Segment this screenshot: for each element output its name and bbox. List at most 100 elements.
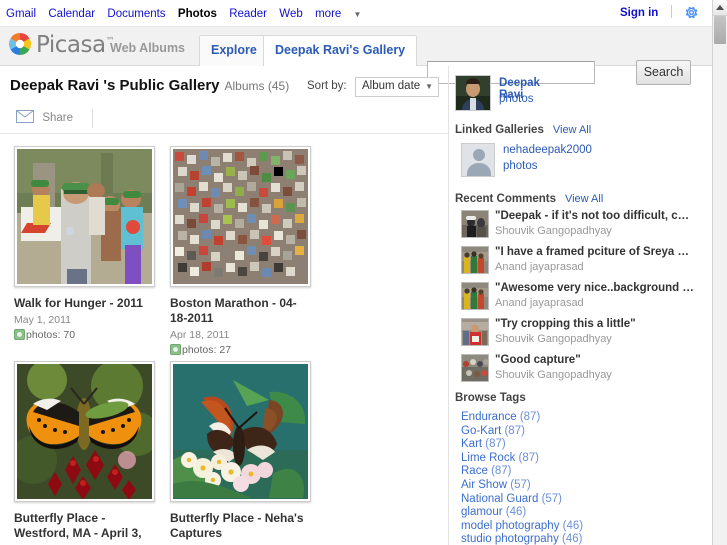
album-thumbnail[interactable] — [14, 146, 155, 287]
comment-thumbnail[interactable] — [461, 210, 489, 238]
tag-link[interactable]: Endurance (87) — [461, 411, 697, 425]
tag-count: (46) — [505, 506, 527, 519]
album-date: Apr 18, 2011 — [170, 329, 230, 341]
album-count: Albums (45) — [224, 79, 290, 93]
album-title[interactable]: Butterfly Place - Westford, MA - April 3… — [14, 511, 155, 541]
browse-tags-section: Browse Tags Endurance (87) Go-Kart (87) … — [455, 392, 697, 545]
album-thumbnail[interactable] — [170, 361, 311, 502]
album-thumbnail[interactable] — [170, 146, 311, 287]
recent-comments-heading: Recent Comments View All — [455, 193, 697, 205]
comment-thumbnail[interactable] — [461, 354, 489, 382]
comment-thumbnail[interactable] — [461, 282, 489, 310]
comment-text[interactable]: "I have a framed pciture of Sreya standi… — [495, 246, 695, 258]
tag-count: (87) — [504, 424, 525, 437]
gbar-more-menu[interactable]: more ▼ — [315, 8, 377, 20]
comment-text[interactable]: "Deepak - if it's not too difficult, cou… — [495, 210, 695, 222]
divider — [92, 109, 93, 128]
recent-comments-title: Recent Comments — [455, 193, 556, 205]
triangle-up-icon — [716, 5, 724, 10]
tag-count: (87) — [485, 438, 506, 451]
share-button[interactable]: Share — [16, 110, 73, 126]
tag-link[interactable]: Lime Rock (87) — [461, 452, 697, 466]
tag-name: glamour — [461, 506, 503, 519]
thumbnail-image-walk-for-hunger — [17, 149, 152, 284]
tag-name: model photography — [461, 519, 560, 532]
picasa-wordmark: Picasa™ — [36, 32, 115, 58]
comment-author: Shouvik Gangopadhyay — [495, 225, 612, 237]
comment-item[interactable]: "Awesome very nice..background Bokeh and… — [455, 282, 697, 313]
avatar[interactable] — [455, 75, 491, 111]
scrollbar-thumb[interactable] — [714, 16, 726, 44]
album-title[interactable]: Walk for Hunger - 2011 — [14, 296, 155, 311]
chevron-down-icon: ▼ — [425, 82, 434, 91]
comment-item[interactable]: "Good capture" Shouvik Gangopadhyay — [455, 354, 697, 385]
tag-link[interactable]: Go-Kart (87) — [461, 425, 697, 439]
album-title[interactable]: Boston Marathon - 04-18-2011 — [170, 296, 311, 326]
album-thumbnail[interactable] — [14, 361, 155, 502]
comment-text[interactable]: "Awesome very nice..background Bokeh and… — [495, 282, 695, 294]
album-title[interactable]: Butterfly Place - Neha's Captures — [170, 511, 311, 541]
album-card[interactable]: Butterfly Place - Westford, MA - April 3… — [14, 361, 155, 541]
linked-galleries-view-all[interactable]: View All — [553, 124, 591, 136]
gbar-link-web[interactable]: Web — [279, 8, 309, 20]
tag-link[interactable]: Air Show (57) — [461, 479, 697, 493]
owner-photos-link[interactable]: photos — [499, 93, 534, 105]
page-title: Deepak Ravi 's Public Gallery Albums (45) — [10, 77, 289, 94]
tag-link[interactable]: model photography (46) — [461, 520, 697, 534]
page-content: Deepak Ravi 's Public Gallery Albums (45)… — [0, 66, 713, 545]
comment-item[interactable]: "Deepak - if it's not too difficult, cou… — [455, 210, 697, 241]
gbar-link-photos[interactable]: Photos — [177, 8, 224, 20]
gear-icon[interactable] — [684, 5, 699, 23]
tag-link[interactable]: Kart (87) — [461, 438, 697, 452]
photo-count-label: photos: 70 — [26, 329, 76, 341]
comment-thumbnail[interactable] — [461, 318, 489, 346]
tag-link[interactable]: Race (87) — [461, 465, 697, 479]
linked-galleries-title: Linked Galleries — [455, 124, 544, 136]
linked-gallery-item[interactable]: nehadeepak2000 photos — [455, 143, 697, 183]
thumbnail-image-butterfly-neha — [173, 364, 308, 499]
gbar-link-documents[interactable]: Documents — [107, 8, 172, 20]
gallery-name: Deepak Ravi 's Public Gallery — [10, 77, 220, 94]
gbar-link-reader[interactable]: Reader — [229, 8, 274, 20]
tag-count: (46) — [562, 533, 583, 545]
photo-count-label: photos: 27 — [182, 344, 232, 356]
linked-gallery-name[interactable]: nehadeepak2000 — [503, 144, 592, 156]
wordmark-text: Picasa — [36, 32, 106, 58]
default-person-avatar[interactable] — [461, 143, 495, 177]
scroll-up-arrow[interactable] — [713, 0, 727, 16]
thumbnail-image-boston-marathon — [173, 149, 308, 284]
chevron-down-icon: ▼ — [353, 10, 362, 19]
sort-select[interactable]: Album date ▼ — [354, 77, 440, 97]
gbar-link-calendar[interactable]: Calendar — [48, 8, 102, 20]
tab-explore[interactable]: Explore — [199, 35, 269, 66]
linked-gallery-photos-link[interactable]: photos — [503, 160, 538, 172]
browse-tags-heading: Browse Tags — [455, 392, 526, 404]
action-bar: Share — [0, 107, 448, 134]
comment-thumbnail[interactable] — [461, 246, 489, 274]
tag-count: (87) — [519, 411, 541, 423]
tab-my-gallery[interactable]: Deepak Ravi's Gallery — [263, 35, 418, 66]
comment-item[interactable]: "Try cropping this a little" Shouvik Gan… — [455, 318, 697, 349]
tag-name: Endurance — [461, 411, 517, 423]
sort-label: Sort by: — [307, 80, 347, 92]
sign-in-link[interactable]: Sign in — [620, 7, 658, 19]
gbar-more-label: more — [315, 8, 342, 20]
comment-author: Shouvik Gangopadhyay — [495, 333, 612, 345]
tag-count: (57) — [510, 478, 531, 491]
public-globe-icon — [170, 344, 181, 355]
comment-item[interactable]: "I have a framed pciture of Sreya standi… — [455, 246, 697, 277]
comment-text[interactable]: "Try cropping this a little" — [495, 318, 695, 330]
tag-link[interactable]: glamour (46) — [461, 506, 697, 520]
album-card[interactable]: Boston Marathon - 04-18-2011 Apr 18, 201… — [170, 146, 311, 356]
page-scrollbar[interactable] — [712, 0, 727, 545]
comment-text[interactable]: "Good capture" — [495, 354, 695, 366]
album-card[interactable]: Butterfly Place - Neha's Captures — [170, 361, 311, 541]
sort-value: Album date — [361, 80, 421, 92]
linked-galleries-heading: Linked Galleries View All — [455, 124, 697, 136]
recent-comments-view-all[interactable]: View All — [565, 193, 603, 205]
gbar-link-gmail[interactable]: Gmail — [6, 8, 43, 20]
tag-link[interactable]: studio photogrpahy (46) — [461, 533, 697, 545]
album-card[interactable]: Walk for Hunger - 2011 May 1, 2011 photo… — [14, 146, 155, 341]
picasa-pinwheel-logo[interactable] — [8, 32, 32, 56]
tag-link[interactable]: National Guard (57) — [461, 493, 697, 507]
